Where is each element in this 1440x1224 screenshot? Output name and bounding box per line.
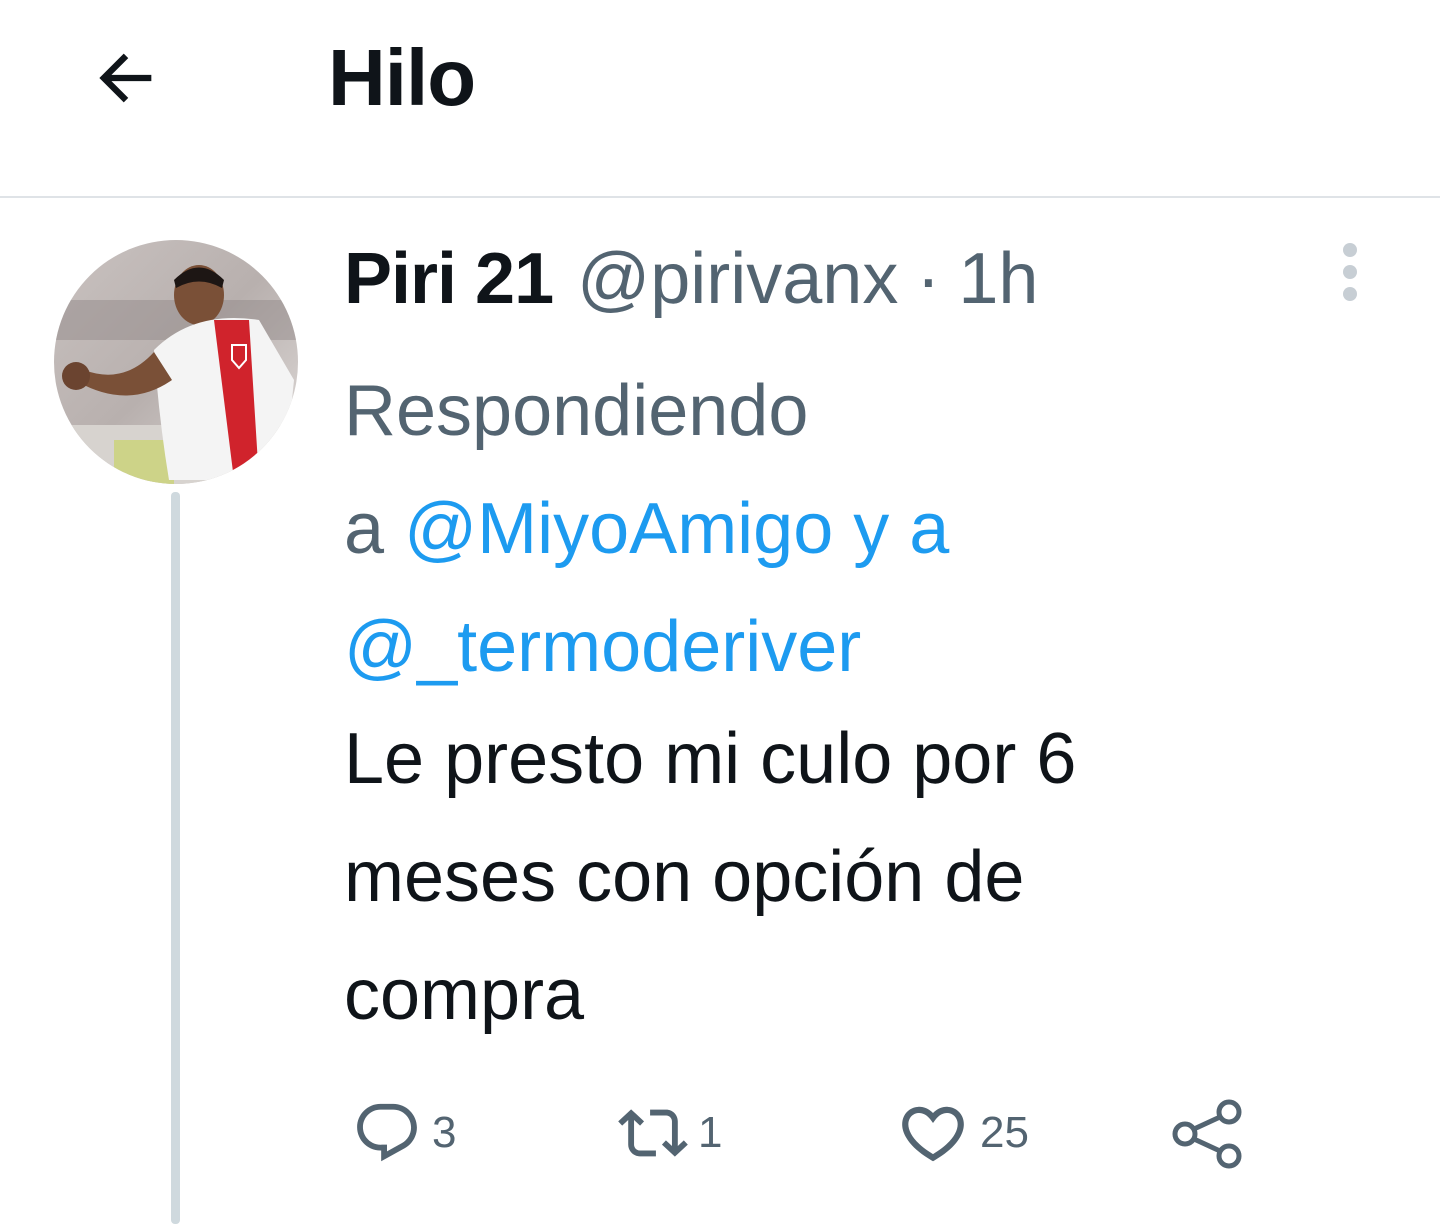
share-button[interactable]	[1168, 1094, 1248, 1174]
tweet-timestamp[interactable]: 1h	[958, 238, 1038, 320]
replying-to-line: a @MiyoAmigo y a	[344, 470, 1344, 588]
reply-button[interactable]: 3	[352, 1090, 456, 1176]
share-icon	[1172, 1099, 1242, 1169]
heart-icon	[902, 1106, 964, 1162]
tweet-text-line: compra	[344, 955, 585, 1035]
replying-to-label: Respondiendo	[344, 371, 809, 451]
avatar[interactable]	[54, 240, 298, 484]
thread-page: Hilo Piri 21 @pirivanx · 1h Respondiendo…	[0, 0, 1440, 1224]
more-options-button[interactable]	[1318, 236, 1382, 312]
retweet-icon	[618, 1109, 688, 1157]
mention-link-termoderiver[interactable]: @_termoderiver	[344, 607, 861, 687]
reply-icon	[357, 1103, 417, 1162]
author-name[interactable]: Piri 21	[344, 238, 554, 320]
tweet-actions: 3 1 25	[344, 1090, 1344, 1176]
retweet-count: 1	[698, 1108, 723, 1157]
tweet-text-line: meses con opción de	[344, 837, 1025, 917]
retweet-button[interactable]: 1	[618, 1090, 722, 1176]
more-vertical-icon	[1343, 243, 1357, 301]
like-count: 25	[980, 1108, 1029, 1157]
thread-connector-line	[171, 492, 180, 1224]
top-bar: Hilo	[0, 0, 1440, 198]
like-button[interactable]: 25	[896, 1090, 1029, 1176]
tweet-text: Le presto mi culo por 6 meses con opción…	[344, 700, 1344, 1054]
reply-count: 3	[432, 1108, 457, 1157]
mention-link-miyoamigo[interactable]: @MiyoAmigo	[404, 489, 833, 569]
author-handle[interactable]: @pirivanx	[577, 238, 898, 320]
separator-dot: ·	[916, 239, 941, 319]
replying-to-a: a	[344, 489, 385, 569]
back-button[interactable]	[78, 30, 174, 126]
replying-to: Respondiendo a @MiyoAmigo y a @_termoder…	[344, 352, 1344, 706]
avatar-photo	[54, 240, 298, 484]
tweet-header: Piri 21 @pirivanx · 1h	[344, 238, 1038, 324]
arrow-left-icon	[99, 53, 152, 103]
replying-to-and[interactable]: y a	[853, 489, 949, 569]
page-title: Hilo	[328, 33, 476, 122]
tweet-text-line: Le presto mi culo por 6	[344, 719, 1077, 799]
